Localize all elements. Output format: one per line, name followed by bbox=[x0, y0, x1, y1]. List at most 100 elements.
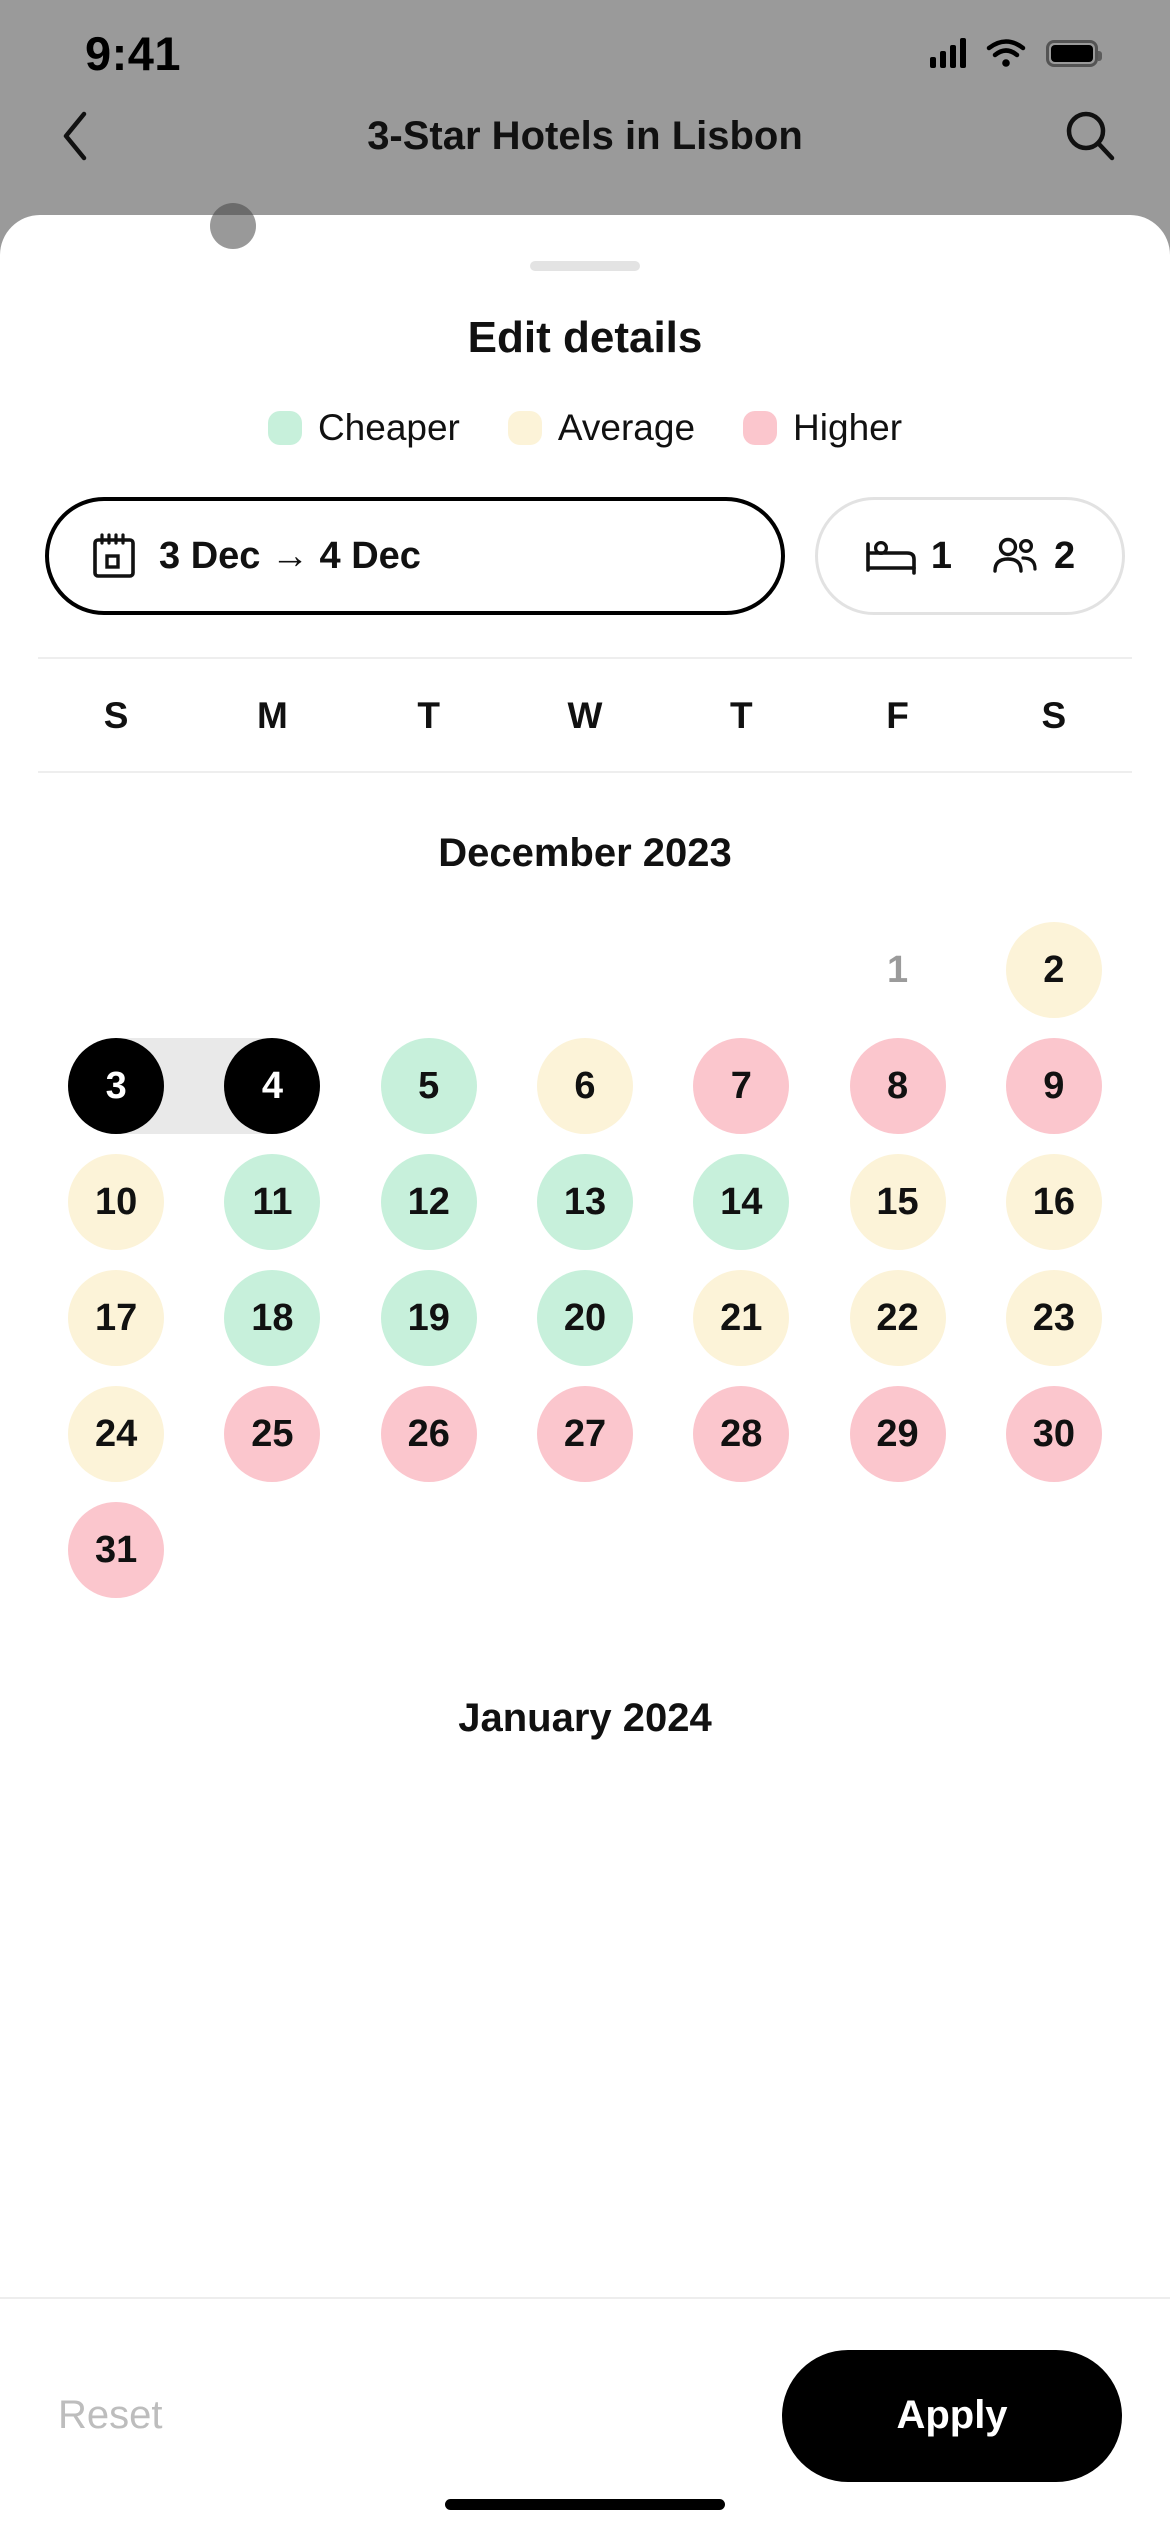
calendar-blank-cell bbox=[507, 916, 663, 1024]
weekday-header-row: S M T W T F S bbox=[38, 657, 1132, 773]
calendar-blank bbox=[224, 922, 320, 1018]
calendar-blank bbox=[537, 922, 633, 1018]
calendar-day-17[interactable]: 17 bbox=[68, 1270, 165, 1366]
calendar-day-cell[interactable]: 2 bbox=[976, 916, 1132, 1024]
legend-label-average: Average bbox=[557, 407, 696, 448]
calendar-day-cell[interactable]: 7 bbox=[663, 1032, 819, 1140]
calendar-day-20[interactable]: 20 bbox=[536, 1270, 633, 1366]
wifi-icon bbox=[986, 39, 1026, 67]
weekday-thu: T bbox=[729, 695, 753, 736]
calendar-day-cell[interactable]: 28 bbox=[663, 1380, 819, 1488]
calendar-day-cell[interactable]: 19 bbox=[351, 1264, 507, 1372]
calendar-day-31[interactable]: 31 bbox=[68, 1502, 165, 1598]
sheet-title: Edit details bbox=[467, 313, 703, 362]
calendar-day-cell[interactable]: 5 bbox=[351, 1032, 507, 1140]
date-range-text: 3 Dec → 4 Dec bbox=[159, 534, 421, 577]
legend-label-higher: Higher bbox=[793, 407, 903, 448]
calendar-day-cell[interactable]: 25 bbox=[194, 1380, 350, 1488]
calendar-day-cell[interactable]: 20 bbox=[507, 1264, 663, 1372]
calendar-day-cell[interactable]: 18 bbox=[194, 1264, 350, 1372]
weekday-wed: W bbox=[567, 695, 603, 736]
calendar-day-30[interactable]: 30 bbox=[1005, 1386, 1102, 1482]
calendar-day-cell[interactable]: 17 bbox=[38, 1264, 194, 1372]
calendar-day-10[interactable]: 10 bbox=[68, 1154, 165, 1250]
calendar-day-cell[interactable]: 4 bbox=[192, 1032, 350, 1140]
calendar-day-cell[interactable]: 9 bbox=[976, 1032, 1132, 1140]
month-grid-december[interactable]: 1 2 3 4 5 6 7 8 9 10 11 12 13 14 15 16 17 18 19 20 21 22 23 24 2… bbox=[0, 916, 1170, 1604]
calendar-icon bbox=[93, 533, 135, 578]
legend-swatch-higher-icon bbox=[743, 411, 778, 445]
calendar-day-4[interactable]: 4 bbox=[224, 1038, 321, 1134]
calendar-day-cell[interactable]: 13 bbox=[507, 1148, 663, 1256]
calendar-blank-cell bbox=[663, 916, 819, 1024]
calendar-day-cell[interactable]: 26 bbox=[351, 1380, 507, 1488]
calendar-scroll-area[interactable]: December 2023 1 2 3 4 5 6 7 8 9 10 11 12 13 14 15 16 17 1… bbox=[0, 773, 1170, 1781]
calendar-day-16[interactable]: 16 bbox=[1005, 1154, 1102, 1250]
calendar-day-cell[interactable]: 29 bbox=[819, 1380, 975, 1488]
calendar-day-cell[interactable]: 30 bbox=[976, 1380, 1132, 1488]
calendar-day-cell[interactable]: 31 bbox=[38, 1496, 194, 1604]
calendar-day-cell[interactable]: 22 bbox=[819, 1264, 975, 1372]
calendar-day-6[interactable]: 6 bbox=[536, 1038, 633, 1134]
reset-button[interactable]: Reset bbox=[48, 2379, 173, 2452]
calendar-day-cell[interactable]: 6 bbox=[507, 1032, 663, 1140]
legend-label-cheaper: Cheaper bbox=[317, 407, 460, 448]
page-title: 3-Star Hotels in Lisbon bbox=[367, 113, 803, 158]
calendar-day-23[interactable]: 23 bbox=[1005, 1270, 1102, 1366]
calendar-day-cell[interactable]: 11 bbox=[194, 1148, 350, 1256]
calendar-day-24[interactable]: 24 bbox=[68, 1386, 165, 1482]
apply-button[interactable]: Apply bbox=[782, 2349, 1122, 2482]
weekday-sun: S bbox=[103, 695, 129, 736]
calendar-day-cell[interactable]: 24 bbox=[38, 1380, 194, 1488]
month-title-december: December 2023 bbox=[438, 831, 732, 875]
rooms-count: 1 bbox=[930, 534, 952, 577]
calendar-day-27[interactable]: 27 bbox=[536, 1386, 633, 1482]
legend-item-cheaper: Cheaper bbox=[267, 407, 460, 449]
date-range-chip[interactable]: 3 Dec → 4 Dec bbox=[45, 497, 785, 615]
weekday-mon: M bbox=[257, 695, 288, 736]
calendar-day-22[interactable]: 22 bbox=[849, 1270, 946, 1366]
rooms-group: 1 bbox=[865, 535, 952, 578]
calendar-day-12[interactable]: 12 bbox=[380, 1154, 477, 1250]
calendar-day-2[interactable]: 2 bbox=[1005, 922, 1102, 1018]
search-button[interactable] bbox=[1050, 96, 1130, 176]
calendar-day-29[interactable]: 29 bbox=[849, 1386, 946, 1482]
calendar-day-11[interactable]: 11 bbox=[224, 1154, 321, 1250]
rooms-guests-chip[interactable]: 1 2 bbox=[815, 497, 1125, 615]
calendar-day-21[interactable]: 21 bbox=[693, 1270, 790, 1366]
calendar-day-13[interactable]: 13 bbox=[536, 1154, 633, 1250]
calendar-day-14[interactable]: 14 bbox=[693, 1154, 790, 1250]
calendar-day-cell[interactable]: 1 bbox=[819, 916, 975, 1024]
calendar-day-1[interactable]: 1 bbox=[850, 922, 946, 1018]
calendar-day-cell[interactable]: 21 bbox=[663, 1264, 819, 1372]
calendar-day-cell[interactable]: 15 bbox=[819, 1148, 975, 1256]
calendar-day-cell[interactable]: 3 bbox=[38, 1032, 197, 1140]
calendar-day-3[interactable]: 3 bbox=[68, 1038, 165, 1134]
calendar-day-cell[interactable]: 10 bbox=[38, 1148, 194, 1256]
calendar-day-28[interactable]: 28 bbox=[693, 1386, 790, 1482]
calendar-day-8[interactable]: 8 bbox=[849, 1038, 946, 1134]
calendar-day-19[interactable]: 19 bbox=[380, 1270, 477, 1366]
calendar-day-cell[interactable]: 16 bbox=[976, 1148, 1132, 1256]
month-title-january: January 2024 bbox=[458, 1696, 712, 1740]
sheet-grabber-handle[interactable] bbox=[530, 261, 640, 271]
legend-item-higher: Higher bbox=[743, 407, 902, 449]
calendar-day-26[interactable]: 26 bbox=[380, 1386, 477, 1482]
calendar-day-cell[interactable]: 14 bbox=[663, 1148, 819, 1256]
calendar-day-18[interactable]: 18 bbox=[224, 1270, 321, 1366]
calendar-day-cell[interactable]: 23 bbox=[976, 1264, 1132, 1372]
cellular-signal-icon bbox=[930, 38, 966, 68]
calendar-day-5[interactable]: 5 bbox=[380, 1038, 477, 1134]
calendar-day-15[interactable]: 15 bbox=[849, 1154, 946, 1250]
status-bar-time: 9:41 bbox=[85, 27, 182, 80]
calendar-day-9[interactable]: 9 bbox=[1005, 1038, 1102, 1134]
calendar-blank bbox=[381, 922, 477, 1018]
calendar-day-7[interactable]: 7 bbox=[693, 1038, 790, 1134]
calendar-day-cell[interactable]: 8 bbox=[819, 1032, 975, 1140]
guests-count: 2 bbox=[1054, 534, 1076, 577]
touch-pointer-indicator bbox=[210, 203, 256, 249]
calendar-day-cell[interactable]: 12 bbox=[351, 1148, 507, 1256]
calendar-blank bbox=[68, 922, 164, 1018]
calendar-day-cell[interactable]: 27 bbox=[507, 1380, 663, 1488]
calendar-day-25[interactable]: 25 bbox=[224, 1386, 321, 1482]
